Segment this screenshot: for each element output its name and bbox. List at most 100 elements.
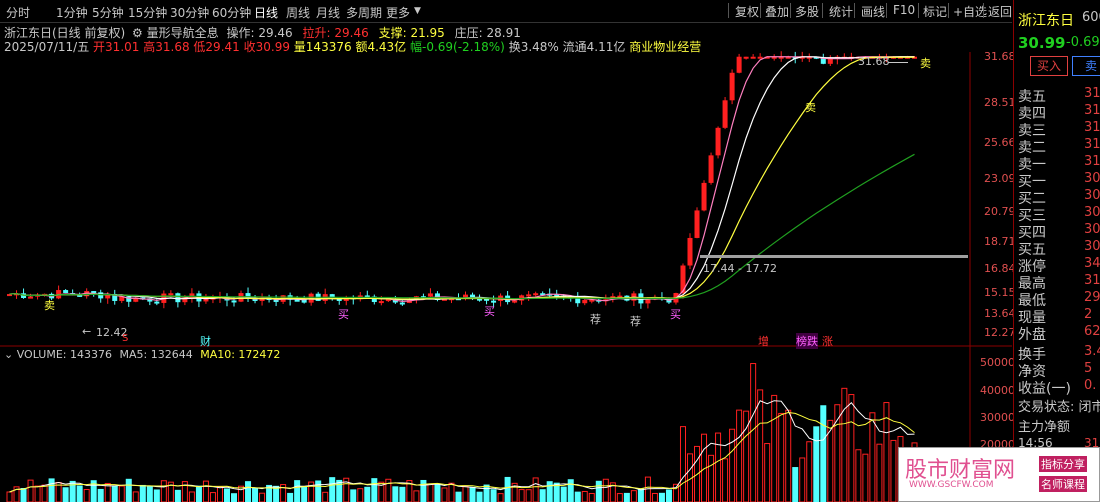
volume-bar xyxy=(434,483,441,502)
sell-button-label: 卖 xyxy=(1084,59,1097,73)
price-axis-label: 20.79 xyxy=(984,205,1016,218)
multi-stock-button[interactable]: 多股 xyxy=(792,2,822,19)
volume-bar xyxy=(665,489,672,502)
candle-body xyxy=(182,298,188,303)
volume-bar xyxy=(637,488,644,502)
candle-body xyxy=(399,302,405,305)
volume-axis-label: 50000 xyxy=(980,356,1015,369)
volume-bar xyxy=(567,479,574,502)
volume-bar xyxy=(595,480,602,502)
buy-signal-label: 买 xyxy=(670,308,681,321)
candle-body xyxy=(687,237,693,266)
mark-button[interactable]: 标记 xyxy=(920,2,950,19)
volume-bar xyxy=(174,489,181,502)
buy-button[interactable]: 买入 xyxy=(1030,56,1068,76)
volume-bar xyxy=(855,449,862,502)
volume-bar xyxy=(708,454,715,502)
period-tab-daily[interactable]: 日线 xyxy=(254,4,278,21)
candle-body xyxy=(533,293,539,296)
period-tab-weekly[interactable]: 周线 xyxy=(286,4,310,21)
period-tab-15min[interactable]: 15分钟 xyxy=(128,4,167,21)
volume-bar xyxy=(525,489,532,502)
toolbar-separator xyxy=(886,3,887,18)
order-row-value: 31 xyxy=(1084,86,1100,101)
period-tab-monthly[interactable]: 月线 xyxy=(316,4,340,21)
candle-body xyxy=(126,296,132,302)
extra-row-value: 0. xyxy=(1084,378,1097,393)
period-tab-5min[interactable]: 5分钟 xyxy=(92,4,124,21)
volume-bar xyxy=(413,490,420,502)
volume-bar xyxy=(259,492,266,502)
volume-bar xyxy=(799,457,806,502)
volume-bar xyxy=(41,484,48,502)
overlay-button[interactable]: 叠加 xyxy=(762,2,792,19)
volume-bar xyxy=(132,491,139,502)
volume-bar xyxy=(476,491,483,502)
volume-bar xyxy=(581,490,588,502)
watermark-url: WWW.GSCFW.COM xyxy=(909,480,994,490)
toolbar-separator xyxy=(918,3,919,18)
event-marker-s[interactable]: S xyxy=(122,333,128,344)
order-row-value: 30 xyxy=(1084,188,1100,203)
volume-bar xyxy=(202,480,209,502)
stat-row-value: 31 xyxy=(1084,273,1100,288)
more-chevron-icon[interactable]: ▼ xyxy=(414,6,421,16)
kline-chart[interactable] xyxy=(0,22,1012,502)
quote-panel: 浙江东日 600 30.99 -0.69 买入 卖 卖五31卖四31卖三31卖二… xyxy=(1013,0,1100,502)
high-mark-line xyxy=(888,62,908,63)
volume-bar xyxy=(602,478,609,502)
event-marker-increase[interactable]: 增 xyxy=(758,333,769,349)
volume-chevron-icon[interactable]: ⌄ xyxy=(4,348,13,361)
volume-bar xyxy=(848,394,855,502)
volume-bar xyxy=(722,458,729,502)
fuquan-button[interactable]: 复权 xyxy=(732,2,762,19)
candle-body xyxy=(827,58,833,64)
volume-bar xyxy=(806,441,813,502)
period-tab-fenshi[interactable]: 分时 xyxy=(6,4,30,21)
candle-body xyxy=(694,210,700,238)
volume-bar xyxy=(820,405,827,502)
price-axis-label: 18.71 xyxy=(984,235,1016,248)
price-axis-label: 28.51 xyxy=(984,96,1016,109)
statistics-button[interactable]: 统计 xyxy=(826,2,856,19)
ma5-line xyxy=(9,56,915,303)
period-tab-1min[interactable]: 1分钟 xyxy=(56,4,88,21)
event-marker-limit-up[interactable]: 涨 xyxy=(822,333,833,349)
volume-bar xyxy=(160,480,167,502)
candle-body xyxy=(701,182,707,211)
low-mark-arrow-icon: ← xyxy=(82,325,92,338)
price-axis-label: 16.84 xyxy=(984,262,1016,275)
candle-body xyxy=(154,301,160,304)
stat-row-value: 29 xyxy=(1084,290,1100,305)
volume-bar xyxy=(125,478,132,502)
period-tab-more[interactable]: 更多 xyxy=(386,4,410,21)
period-tab-60min[interactable]: 60分钟 xyxy=(212,4,251,21)
volume-bar xyxy=(62,487,69,502)
volume-bar xyxy=(785,409,792,502)
event-marker-finance[interactable]: 财 xyxy=(200,333,211,349)
period-tab-multi[interactable]: 多周期 xyxy=(346,4,382,21)
sell-signal-label-3: 卖 xyxy=(920,57,931,70)
event-marker-ranking[interactable]: 榜跌 xyxy=(796,333,818,349)
volume-bar xyxy=(483,484,490,502)
volume-bar xyxy=(448,482,455,502)
back-button[interactable]: 返回 xyxy=(985,2,1015,19)
price-axis-label: 23.09 xyxy=(984,172,1016,185)
candle-body xyxy=(427,293,433,297)
sell-button[interactable]: 卖 xyxy=(1072,56,1100,76)
volume-bar xyxy=(6,491,13,502)
volume-label: VOLUME: 143376 xyxy=(16,348,112,361)
draw-line-button[interactable]: 画线 xyxy=(858,2,888,19)
candle-body xyxy=(582,300,588,304)
volume-bar xyxy=(813,426,820,502)
volume-bar xyxy=(252,487,259,502)
candle-body xyxy=(750,56,756,59)
volume-bar xyxy=(679,426,686,502)
period-tab-30min[interactable]: 30分钟 xyxy=(170,4,209,21)
watermark-tag-2: 名师课程 xyxy=(1039,476,1087,492)
candle-body xyxy=(729,72,735,101)
volume-bar xyxy=(301,486,308,502)
f10-button[interactable]: F10 xyxy=(890,2,918,19)
toolbar-separator xyxy=(790,3,791,18)
order-row-value: 31 xyxy=(1084,120,1100,135)
